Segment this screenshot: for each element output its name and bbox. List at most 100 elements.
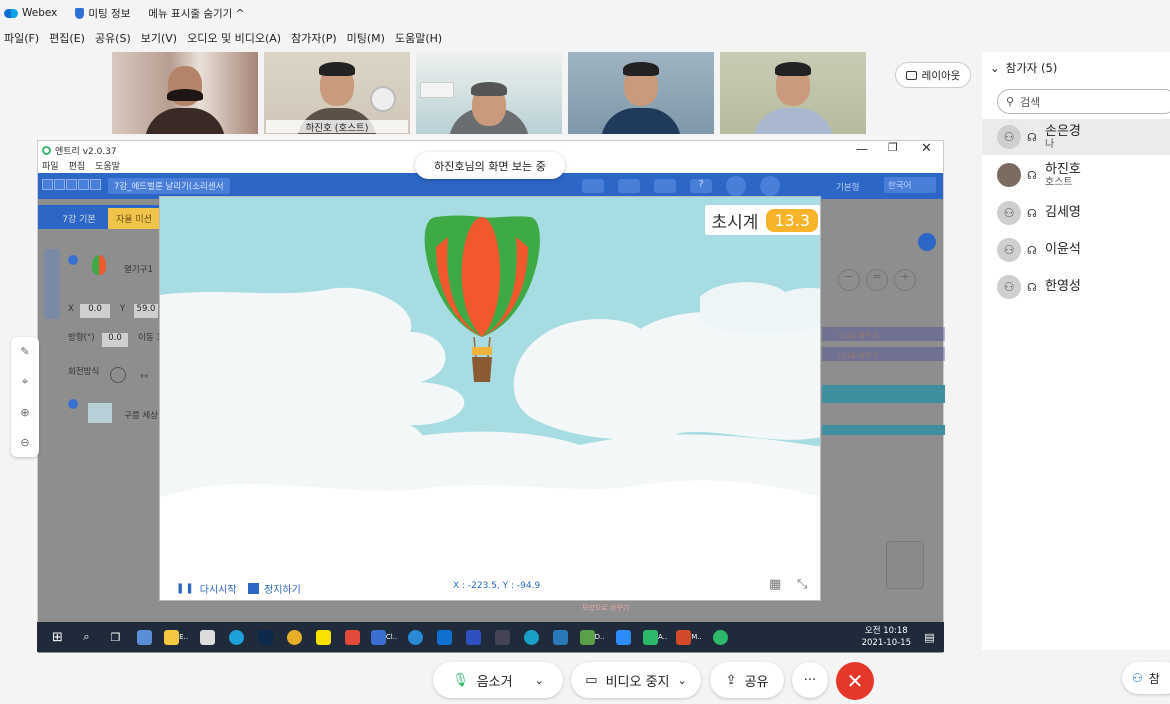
- participants-toggle-button[interactable]: ⚇ 참: [1122, 662, 1170, 694]
- chevron-down-icon[interactable]: ⌄: [678, 674, 687, 687]
- meeting-info-button[interactable]: 미팅 정보: [75, 6, 130, 21]
- video-thumb-3[interactable]: [416, 52, 562, 134]
- participant-row[interactable]: ⚇ ☊ 김세영: [982, 195, 1170, 231]
- zoom-in-icon[interactable]: +: [894, 269, 916, 291]
- app-icon-9[interactable]: [546, 622, 575, 652]
- menu-share[interactable]: 공유(S): [95, 30, 131, 46]
- entry-menu-file[interactable]: 파일: [42, 159, 59, 172]
- print-icon[interactable]: [654, 179, 676, 193]
- pointer-icon[interactable]: ⌖: [22, 375, 28, 389]
- mode-select[interactable]: 기본형: [836, 181, 859, 193]
- video-thumb-1[interactable]: [112, 52, 258, 134]
- entry-menu-edit[interactable]: 편집: [69, 159, 86, 172]
- webex-taskbar-icon[interactable]: [706, 622, 735, 652]
- visibility-icon[interactable]: [68, 255, 78, 265]
- stop-video-button[interactable]: ▭ 비디오 중지 ⌄: [571, 662, 701, 698]
- app-icon-2[interactable]: [193, 622, 222, 652]
- object2-name[interactable]: 구름 세상: [124, 409, 158, 421]
- edge-icon[interactable]: [222, 622, 251, 652]
- participant-row[interactable]: ☊ 하진호 호스트: [982, 157, 1170, 193]
- y-input[interactable]: 59.0: [134, 304, 158, 318]
- change-shape-block[interactable]: 모양으로 바꾸기: [582, 603, 629, 613]
- visibility-icon-2[interactable]: [68, 399, 78, 409]
- object-name[interactable]: 열기구1: [124, 263, 153, 275]
- zoom-app-icon[interactable]: [609, 622, 638, 652]
- menu-view[interactable]: 보기(V): [141, 30, 177, 46]
- task-view-icon[interactable]: ❒: [101, 622, 130, 652]
- app-icon-4[interactable]: [401, 622, 430, 652]
- menu-audio-video[interactable]: 오디오 및 비디오(A): [187, 30, 281, 46]
- pen-icon[interactable]: ✎: [20, 345, 29, 358]
- undo-icon[interactable]: [726, 176, 746, 196]
- explorer-taskbar-item[interactable]: E..: [159, 622, 193, 652]
- tab-self-mission[interactable]: 자율 미션: [108, 208, 160, 229]
- kakaotalk-icon[interactable]: [309, 622, 338, 652]
- d-taskbar-item[interactable]: D..: [575, 622, 609, 652]
- participant-row[interactable]: ⚇ ☊ 손은경 나: [982, 119, 1170, 155]
- chevron-down-icon[interactable]: ⌄: [535, 674, 544, 687]
- app-icon-8[interactable]: [517, 622, 546, 652]
- entry-menu-help[interactable]: 도움말: [95, 159, 120, 172]
- minimize-icon[interactable]: —: [856, 142, 868, 156]
- system-clock[interactable]: 오전 10:18 2021-10-15: [862, 625, 915, 649]
- shrink-icon[interactable]: ⤡: [797, 577, 807, 592]
- menu-toggle-button[interactable]: 메뉴 표시줄 숨기기 ^: [148, 6, 244, 21]
- menu-meeting[interactable]: 미팅(M): [347, 30, 385, 46]
- x-input[interactable]: 0.0: [80, 304, 110, 318]
- notification-icon[interactable]: ▤: [915, 622, 944, 652]
- help-icon[interactable]: ?: [690, 179, 712, 193]
- video-thumb-5[interactable]: [720, 52, 866, 134]
- menu-file[interactable]: 파일(F): [4, 30, 39, 46]
- share-button[interactable]: ⇪ 공유: [710, 662, 784, 698]
- menu-participants[interactable]: 참가자(P): [291, 30, 337, 46]
- app-icon-3[interactable]: [338, 622, 367, 652]
- m-taskbar-item[interactable]: M..: [672, 622, 706, 652]
- zoom-reset-icon[interactable]: =: [866, 269, 888, 291]
- app-icon-7[interactable]: [488, 622, 517, 652]
- project-name-field[interactable]: 7강_에드벌룬 날리기(소리센서: [108, 178, 230, 194]
- menu-grid-icon[interactable]: [582, 179, 604, 193]
- zoom-out-icon[interactable]: −: [838, 269, 860, 291]
- app-icon-1[interactable]: [130, 622, 159, 652]
- restart-button[interactable]: ❚❚ 다시시작: [176, 581, 237, 596]
- close-icon[interactable]: ✕: [921, 141, 932, 156]
- video-thumb-4[interactable]: [568, 52, 714, 134]
- participant-row[interactable]: ⚇ ☊ 한영성: [982, 269, 1170, 305]
- tab-basic[interactable]: 7강 기본: [56, 208, 102, 229]
- menu-edit[interactable]: 편집(E): [49, 30, 85, 46]
- trash-icon[interactable]: [886, 541, 924, 589]
- grid-icon[interactable]: ▦: [769, 577, 781, 592]
- chevron-down-icon[interactable]: ⌄: [990, 61, 1000, 75]
- end-call-button[interactable]: ✕: [836, 662, 874, 700]
- webex-app[interactable]: Webex: [4, 7, 57, 19]
- language-select[interactable]: 한국어: [884, 177, 936, 193]
- side-tool-strip[interactable]: [44, 249, 60, 319]
- zoom-out-icon[interactable]: ⊖: [20, 436, 29, 449]
- chrome-icon[interactable]: [280, 622, 309, 652]
- participant-row[interactable]: ⚇ ☊ 이윤석: [982, 232, 1170, 268]
- layout-button[interactable]: 레이아웃: [895, 62, 971, 88]
- entry-stage[interactable]: 초시계 13.3 ❚❚ 다시시작 정지하기 X : -223.5, Y : -9…: [159, 196, 821, 601]
- redo-icon[interactable]: [760, 176, 780, 196]
- a-taskbar-item[interactable]: A..: [638, 622, 672, 652]
- participants-header[interactable]: ⌄ 참가자 (5): [990, 60, 1057, 76]
- photoshop-icon[interactable]: [251, 622, 280, 652]
- participant-search-input[interactable]: ⚲ 검색: [997, 89, 1170, 114]
- stop-button[interactable]: 정지하기: [248, 581, 301, 596]
- rotate-free-icon[interactable]: [110, 367, 126, 383]
- windows-start-icon[interactable]: ⊞: [43, 622, 72, 652]
- app-icon-5[interactable]: [430, 622, 459, 652]
- mute-button[interactable]: 🎙 음소거 ⌄: [433, 662, 563, 698]
- app-icon-6[interactable]: [459, 622, 488, 652]
- menu-help[interactable]: 도움말(H): [395, 30, 442, 46]
- search-icon[interactable]: ⌕: [72, 622, 101, 652]
- cl-taskbar-item[interactable]: Cl..: [367, 622, 401, 652]
- zoom-in-icon[interactable]: ⊕: [20, 406, 29, 419]
- rotate-horizontal-icon[interactable]: ↔: [140, 371, 148, 382]
- chat-icon[interactable]: [918, 233, 936, 251]
- restore-icon[interactable]: ❐: [888, 141, 898, 154]
- save-icon[interactable]: [618, 179, 640, 193]
- direction-input[interactable]: 0.0: [102, 333, 128, 347]
- video-thumb-host[interactable]: 하진호 (호스트): [264, 52, 410, 134]
- more-options-button[interactable]: ···: [792, 662, 828, 698]
